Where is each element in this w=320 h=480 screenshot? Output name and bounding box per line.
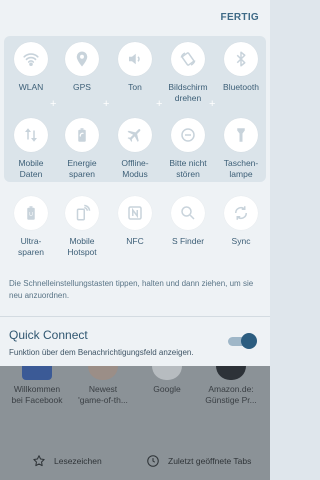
shortcut-facebook[interactable]: Willkommen bei Facebook [7, 366, 67, 406]
plus-separator: + [50, 98, 57, 110]
ultra-battery-saver-icon: U [14, 196, 48, 230]
recent-tabs-button[interactable]: Zuletzt geöffnete Tabs [146, 454, 251, 468]
tile-ultra-power-saving[interactable]: U Ultra- sparen [4, 196, 58, 258]
tile-mobile-hotspot[interactable]: Mobile Hotspot [55, 196, 109, 258]
do-not-disturb-icon [171, 118, 205, 152]
tile-label: GPS [73, 82, 91, 92]
quick-connect-description: Funktion über dem Benachrichtigungsfeld … [9, 348, 194, 357]
tile-label: Bluetooth [223, 82, 259, 92]
wifi-icon [14, 42, 48, 76]
tile-bluetooth[interactable]: Bluetooth [214, 42, 268, 93]
tile-mobile-data[interactable]: Mobile Daten [4, 118, 58, 180]
tile-label: Sync [231, 236, 251, 246]
tile-rotate[interactable]: Bildschirm drehen [161, 42, 215, 104]
quick-connect-toggle[interactable] [226, 333, 257, 349]
google-logo-icon [152, 366, 182, 380]
amazon-logo-icon [216, 366, 246, 380]
shortcut-label: Willkommen bei Facebook [11, 384, 63, 405]
battery-saver-icon [65, 118, 99, 152]
tile-do-not-disturb[interactable]: Bitte nicht stören [161, 118, 215, 180]
hotspot-icon [65, 196, 99, 230]
tile-label: Ton [128, 82, 142, 92]
shortcut-label: Google [153, 384, 181, 394]
plus-separator: + [209, 98, 216, 110]
tile-label: Energie sparen [67, 158, 97, 179]
tile-sync[interactable]: Sync [214, 196, 268, 247]
recent-tabs-label: Zuletzt geöffnete Tabs [168, 456, 252, 466]
bookmarks-button[interactable]: Lesezeichen [32, 454, 102, 468]
tile-sound[interactable]: Ton [108, 42, 162, 93]
tile-label: Bildschirm drehen [168, 82, 208, 103]
speaker-icon [118, 42, 152, 76]
tile-label: Taschen- lampe [223, 158, 259, 179]
shortcut-label: Newest 'game-of-th... [78, 384, 128, 405]
tile-label: Offline- Modus [121, 158, 149, 179]
quick-settings-grid: WLAN GPS Ton Bildschirm drehen Bluetooth [4, 36, 266, 182]
tile-label: Ultra- sparen [18, 236, 44, 257]
sync-icon [224, 196, 258, 230]
toggle-knob [241, 333, 257, 349]
tile-gps[interactable]: GPS [55, 42, 109, 93]
search-icon [171, 196, 205, 230]
shortcut-google[interactable]: Google [137, 366, 197, 395]
rearrange-hint: Die Schnelleinstellungstasten tippen, ha… [9, 279, 254, 300]
quick-settings-panel: FERTIG WLAN GPS Ton Bildschirm drehen Bl… [0, 0, 270, 316]
tile-nfc[interactable]: NFC [108, 196, 162, 247]
facebook-logo-icon [22, 366, 52, 380]
airplane-icon [118, 118, 152, 152]
plus-separator: + [103, 98, 110, 110]
bluetooth-icon [224, 42, 258, 76]
star-icon [33, 455, 45, 467]
quick-connect-title: Quick Connect [9, 328, 88, 342]
quick-connect-row[interactable]: Quick Connect Funktion über dem Benachri… [0, 316, 270, 366]
tile-power-saving[interactable]: Energie sparen [55, 118, 109, 180]
tile-s-finder[interactable]: S Finder [161, 196, 215, 247]
bookmarks-label: Lesezeichen [54, 456, 102, 466]
tile-label: S Finder [171, 236, 205, 246]
flashlight-icon [224, 118, 258, 152]
tile-label: WLAN [18, 82, 44, 92]
rotate-screen-icon [171, 42, 205, 76]
mobile-data-icon [14, 118, 48, 152]
clock-icon [147, 455, 159, 467]
tile-label: Mobile Hotspot [67, 236, 97, 257]
background-browser: Willkommen bei Facebook Newest 'game-of-… [0, 366, 270, 480]
done-button[interactable]: FERTIG [221, 12, 259, 23]
svg-text:U: U [29, 212, 33, 218]
tile-wlan[interactable]: WLAN [4, 42, 58, 93]
tile-flashlight[interactable]: Taschen- lampe [214, 118, 268, 180]
shortcut-newest[interactable]: Newest 'game-of-th... [73, 366, 133, 406]
plus-separator: + [156, 98, 163, 110]
tile-label: NFC [126, 236, 144, 246]
shortcut-label: Amazon.de: Günstige Pr... [205, 384, 257, 405]
location-pin-icon [65, 42, 99, 76]
thumbnail-icon [88, 366, 118, 380]
tile-airplane-mode[interactable]: Offline- Modus [108, 118, 162, 180]
tile-label: Mobile Daten [18, 158, 44, 179]
shortcut-amazon[interactable]: Amazon.de: Günstige Pr... [201, 366, 261, 406]
tile-label: Bitte nicht stören [169, 158, 207, 179]
nfc-icon [118, 196, 152, 230]
bottom-bar: Lesezeichen Zuletzt geöffnete Tabs [0, 446, 270, 480]
